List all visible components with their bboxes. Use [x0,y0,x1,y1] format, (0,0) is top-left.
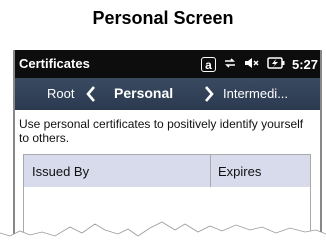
breadcrumb-nav: Root Personal Intermedi... [15,78,320,110]
description-text: Use personal certificates to positively … [19,117,304,145]
status-bar: Certificates a 5:27 [15,50,320,78]
column-divider [210,155,211,187]
alpha-mode-icon: a [200,56,216,72]
app-title: Certificates [19,56,90,71]
device-screen: Certificates a 5:27 Root Personal Interm… [13,50,322,241]
status-icons: a 5:27 [200,54,318,74]
chevron-left-icon[interactable] [85,86,97,107]
column-header-expires[interactable]: Expires [218,164,261,179]
torn-edge-decoration [0,221,326,241]
volume-muted-icon[interactable] [244,56,260,73]
nav-current-item: Personal [114,85,174,101]
figure-caption: Personal Screen [92,8,234,28]
chevron-right-icon[interactable] [203,86,215,107]
table-header: Issued By Expires [23,154,311,188]
nav-next-item[interactable]: Intermedi... [223,86,288,101]
nav-root-item[interactable]: Root [47,86,74,101]
column-header-issued-by[interactable]: Issued By [32,164,89,179]
battery-charging-icon[interactable] [267,56,285,72]
clock-time: 5:27 [291,56,318,72]
connectivity-icon [223,56,237,73]
